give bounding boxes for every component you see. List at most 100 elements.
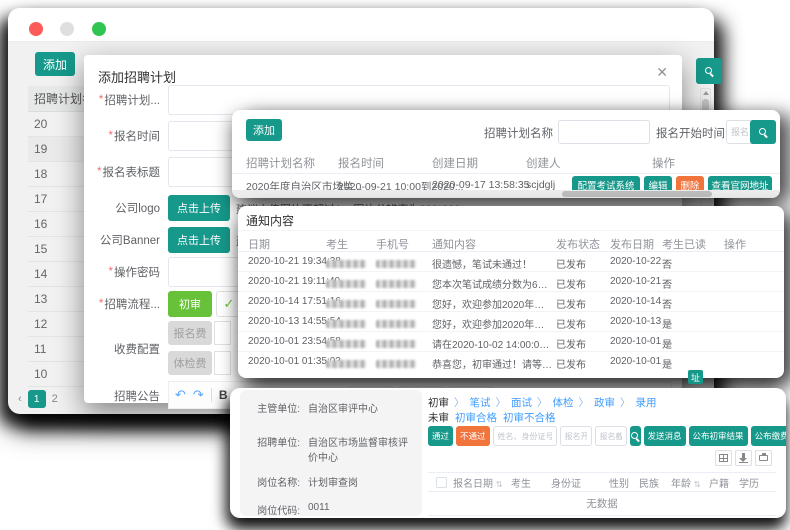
- info-item: 招聘单位:自治区市场监督审核评价中心: [248, 434, 416, 464]
- filter-fail[interactable]: 初审不合格: [503, 410, 556, 425]
- export-button[interactable]: [735, 450, 752, 466]
- info-label: 招聘单位:: [248, 434, 300, 464]
- redacted-phone: [376, 300, 416, 308]
- date-end-input[interactable]: [595, 426, 627, 446]
- field-label: 收费配置: [114, 341, 160, 357]
- add-plan-button[interactable]: 添加: [246, 119, 282, 141]
- scrollbar-thumb[interactable]: [562, 191, 712, 197]
- window-titlebar[interactable]: [8, 8, 714, 42]
- sort-icon: ⇅: [496, 480, 503, 489]
- cell-status: 已发布: [556, 256, 586, 271]
- notice-row[interactable]: 2020-10-14 17:51:16 您好，欢迎参加2020年度自治区市场..…: [238, 292, 784, 312]
- redacted-candidate: [326, 300, 366, 308]
- redacted-candidate: [326, 320, 366, 328]
- cell-read: 是: [662, 336, 672, 351]
- undo-icon[interactable]: ↶: [175, 387, 186, 403]
- col-created-date: 创建日期: [432, 155, 478, 171]
- minimize-traffic-light-icon[interactable]: [60, 22, 74, 36]
- search-button[interactable]: [750, 120, 776, 144]
- search-button[interactable]: [630, 426, 641, 446]
- prev-page-icon[interactable]: ‹: [18, 393, 22, 405]
- fee-physical-checkbox[interactable]: [214, 351, 231, 375]
- process-step-first-review[interactable]: 初审: [168, 291, 212, 317]
- send-message-button[interactable]: 发送消息: [644, 426, 686, 446]
- info-item: 岗位名称:计划审查岗: [248, 474, 416, 489]
- view-site-button-fragment[interactable]: 址: [688, 370, 703, 384]
- step-separator-icon: 〉: [579, 395, 590, 410]
- notice-window: 通知内容 日期 考生 手机号 通知内容 发布状态 发布日期 考生已读 操作 20…: [238, 206, 784, 378]
- step-written-exam[interactable]: 笔试: [470, 395, 491, 410]
- redacted-candidate: [326, 360, 366, 368]
- col-actions: 操作: [724, 236, 746, 252]
- step-physical[interactable]: 体检: [553, 395, 574, 410]
- candidate-table-header: 报名日期 ⇅ 考生 身份证 性别 民族 年龄 ⇅ 户籍 学历: [428, 472, 776, 492]
- notice-row[interactable]: 2020-10-13 14:55:54 您好，欢迎参加2020年度自治区市场..…: [238, 312, 784, 332]
- redo-icon[interactable]: ↷: [193, 387, 204, 403]
- toolbar-divider: [211, 388, 212, 402]
- col-actions: 操作: [652, 155, 675, 171]
- add-plan-button[interactable]: 添加: [35, 52, 75, 76]
- filter-unreviewed[interactable]: 未审: [428, 410, 449, 425]
- publish-result-button[interactable]: 公布初审结果: [689, 426, 748, 446]
- bold-icon[interactable]: B: [219, 388, 228, 402]
- close-traffic-light-icon[interactable]: [29, 22, 43, 36]
- redacted-phone: [376, 360, 416, 368]
- pass-button[interactable]: 通过: [428, 426, 453, 446]
- position-info-panel: 主管单位:自治区审评中心 招聘单位:自治区市场监督审核评价中心 岗位名称:计划审…: [240, 390, 422, 516]
- step-separator-icon: 〉: [454, 395, 465, 410]
- cell-read: 是: [662, 316, 672, 331]
- date-start-input[interactable]: [560, 426, 592, 446]
- col-candidate: 考生: [326, 236, 348, 252]
- notice-row[interactable]: 2020-10-01 23:54:58 请在2020-10-02 14:00:0…: [238, 332, 784, 352]
- step-first-review[interactable]: 初审: [428, 395, 449, 410]
- fee-signup-checkbox[interactable]: [214, 321, 231, 345]
- info-value: 自治区审评中心: [308, 400, 412, 415]
- notice-row[interactable]: 2020-10-21 19:34:38 很遗憾，笔试未通过！ 已发布 2020-…: [238, 252, 784, 272]
- download-icon: [742, 453, 745, 459]
- candidate-search-input[interactable]: [493, 426, 557, 446]
- columns-button[interactable]: [715, 450, 732, 466]
- print-button[interactable]: [755, 450, 772, 466]
- maximize-traffic-light-icon[interactable]: [92, 22, 106, 36]
- col-content: 通知内容: [432, 236, 476, 252]
- publish-fee-notice-button[interactable]: 公布缴费通知: [751, 426, 786, 446]
- required-asterisk: *: [109, 266, 113, 278]
- close-icon[interactable]: ✕: [656, 64, 668, 81]
- scroll-up-icon[interactable]: [703, 91, 709, 95]
- notice-row[interactable]: 2020-10-01 01:35:03 恭喜您，初审通过！请等待进一步通知 已发…: [238, 352, 784, 372]
- field-label: 公司Banner: [100, 232, 160, 248]
- search-button[interactable]: [696, 58, 722, 84]
- filter-pass[interactable]: 初审合格: [455, 410, 497, 425]
- step-political-review[interactable]: 政审: [594, 395, 615, 410]
- redacted-candidate: [326, 260, 366, 268]
- notice-table-header: 日期 考生 手机号 通知内容 发布状态 发布日期 考生已读 操作: [238, 230, 784, 252]
- cell-read: 否: [662, 256, 672, 271]
- step-separator-icon: 〉: [537, 395, 548, 410]
- notice-row[interactable]: 2020-10-21 19:11:40 您本次笔试成绩分数为66.52分 已发布…: [238, 272, 784, 292]
- notice-title: 通知内容: [246, 212, 294, 229]
- horizontal-scrollbar[interactable]: [232, 190, 780, 198]
- col-age: 年龄: [671, 479, 691, 490]
- upload-logo-button[interactable]: 点击上传: [168, 195, 230, 221]
- col-signup-time: 报名时间: [338, 155, 384, 171]
- step-hired[interactable]: 录用: [636, 395, 657, 410]
- info-item: 主管单位:自治区审评中心: [248, 400, 416, 415]
- page-2-button[interactable]: 2: [52, 393, 58, 405]
- search-icon: [630, 431, 641, 442]
- cell-read: 是: [662, 356, 672, 371]
- cell-content: 很遗憾，笔试未通过！: [432, 256, 532, 271]
- cell-content: 恭喜您，初审通过！请等待进一步通知: [432, 356, 552, 371]
- step-interview[interactable]: 面试: [511, 395, 532, 410]
- plan-name-search-input[interactable]: [558, 120, 650, 144]
- upload-banner-button[interactable]: 点击上传: [168, 227, 230, 253]
- search-date-label: 报名开始时间: [656, 125, 725, 141]
- page-1-button[interactable]: 1: [28, 390, 46, 408]
- col-read: 考生已读: [662, 236, 706, 252]
- select-all-checkbox[interactable]: [436, 477, 447, 488]
- redacted-phone: [376, 280, 416, 288]
- info-label: 岗位代码:: [248, 502, 300, 516]
- review-window: 主管单位:自治区审评中心 招聘单位:自治区市场监督审核评价中心 岗位名称:计划审…: [230, 388, 786, 518]
- redacted-phone: [376, 320, 416, 328]
- fail-button[interactable]: 不通过: [456, 426, 490, 446]
- cell-status: 已发布: [556, 336, 586, 351]
